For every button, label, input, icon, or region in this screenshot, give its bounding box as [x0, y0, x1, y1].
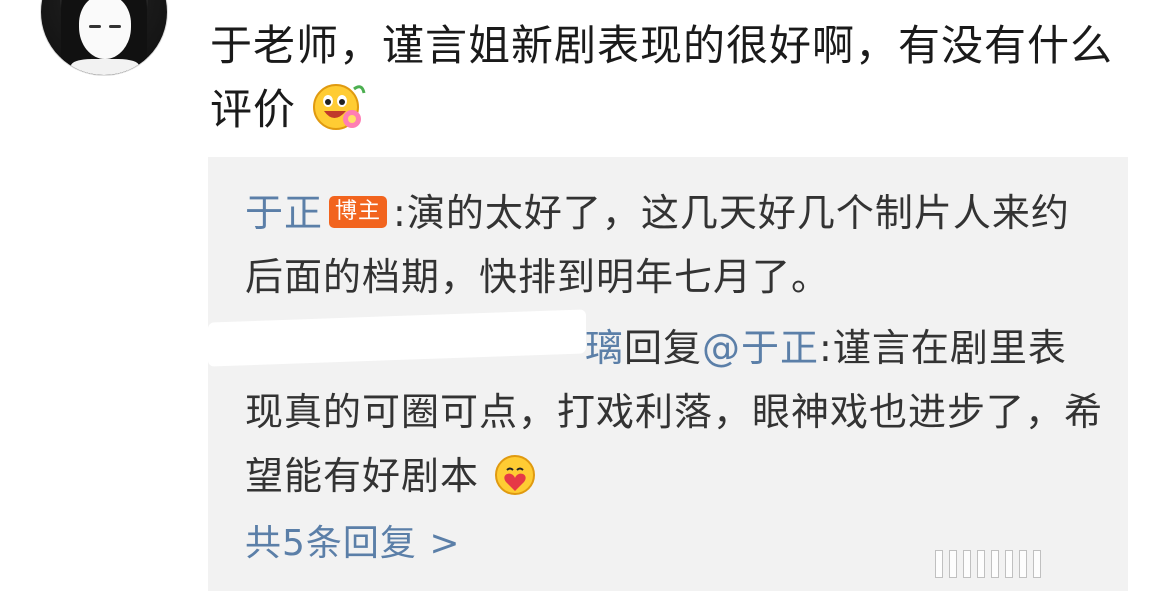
watermark-logo	[935, 546, 1160, 582]
watermark-bar	[963, 550, 971, 578]
reply-action: 回复	[624, 326, 703, 370]
mention-link[interactable]: @于正	[702, 326, 819, 370]
avatar-collar	[71, 59, 139, 75]
reply-colon: :	[393, 191, 407, 235]
watermark-bar	[991, 550, 999, 578]
comment-body: 于老师，谨言姐新剧表现的很好啊，有没有什么评价	[210, 14, 1140, 142]
reply-item[interactable]: 于正 博主:演的太好了，这几天好几个制片人来约后面的档期，快排到明年七月了。	[245, 181, 1105, 309]
reply-author-link[interactable]: 于正	[245, 191, 323, 235]
hug-heart-emoji-icon	[495, 454, 536, 495]
watermark-bar	[949, 550, 957, 578]
smile-flower-emoji-icon	[313, 83, 366, 130]
watermark-bar	[977, 550, 985, 578]
watermark-bar	[935, 550, 943, 578]
watermark-bar	[1005, 550, 1013, 578]
reply-author-suffix[interactable]: 璃	[585, 326, 624, 370]
watermark-bar	[1019, 550, 1027, 578]
avatar-eye	[109, 25, 121, 28]
avatar-eye	[89, 25, 101, 28]
author-badge: 博主	[329, 195, 388, 228]
watermark-bar	[1033, 550, 1041, 578]
avatar[interactable]	[40, 0, 168, 76]
more-replies-link[interactable]: 共5条回复 >	[245, 512, 461, 576]
